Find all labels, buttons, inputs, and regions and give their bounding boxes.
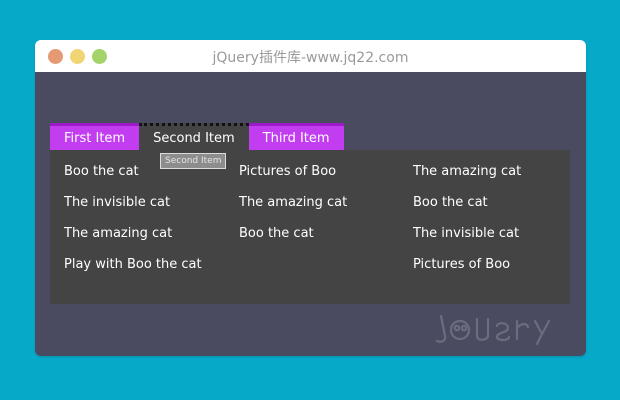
menu-column-3: The amazing cat Boo the cat The invisibl… <box>413 162 583 286</box>
menu-link[interactable]: Pictures of Boo <box>239 162 409 193</box>
menu-link[interactable]: The amazing cat <box>64 224 234 255</box>
menu-link[interactable]: The amazing cat <box>239 193 409 224</box>
title-bar: jQuery插件库-www.jq22.com <box>35 40 586 72</box>
menu-link[interactable]: The invisible cat <box>64 193 234 224</box>
menu-column-1: Boo the cat The invisible cat The amazin… <box>64 162 234 286</box>
tab-third-item[interactable]: Third Item <box>248 123 344 150</box>
tab-second-item[interactable]: Second Item <box>139 123 249 150</box>
menu-link[interactable]: Boo the cat <box>239 224 409 255</box>
menu-link[interactable]: Play with Boo the cat <box>64 255 234 286</box>
tooltip: Second Item <box>160 153 227 169</box>
menu-link[interactable]: The invisible cat <box>413 224 583 255</box>
menu-link[interactable]: Boo the cat <box>413 193 583 224</box>
jquery-logo-icon <box>435 314 551 346</box>
browser-window: jQuery插件库-www.jq22.com First Item Second… <box>35 40 586 356</box>
menu-link[interactable]: Pictures of Boo <box>413 255 583 286</box>
window-title: jQuery插件库-www.jq22.com <box>212 50 409 66</box>
page-content: First Item Second Item Third Item Boo th… <box>35 72 586 356</box>
menu-link[interactable]: The amazing cat <box>413 162 583 193</box>
menu-column-2: Pictures of Boo The amazing cat Boo the … <box>239 162 409 255</box>
tab-first-item[interactable]: First Item <box>50 123 140 150</box>
tab-bar: First Item Second Item Third Item <box>50 123 344 150</box>
dropdown-panel: Boo the cat The invisible cat The amazin… <box>50 150 570 304</box>
